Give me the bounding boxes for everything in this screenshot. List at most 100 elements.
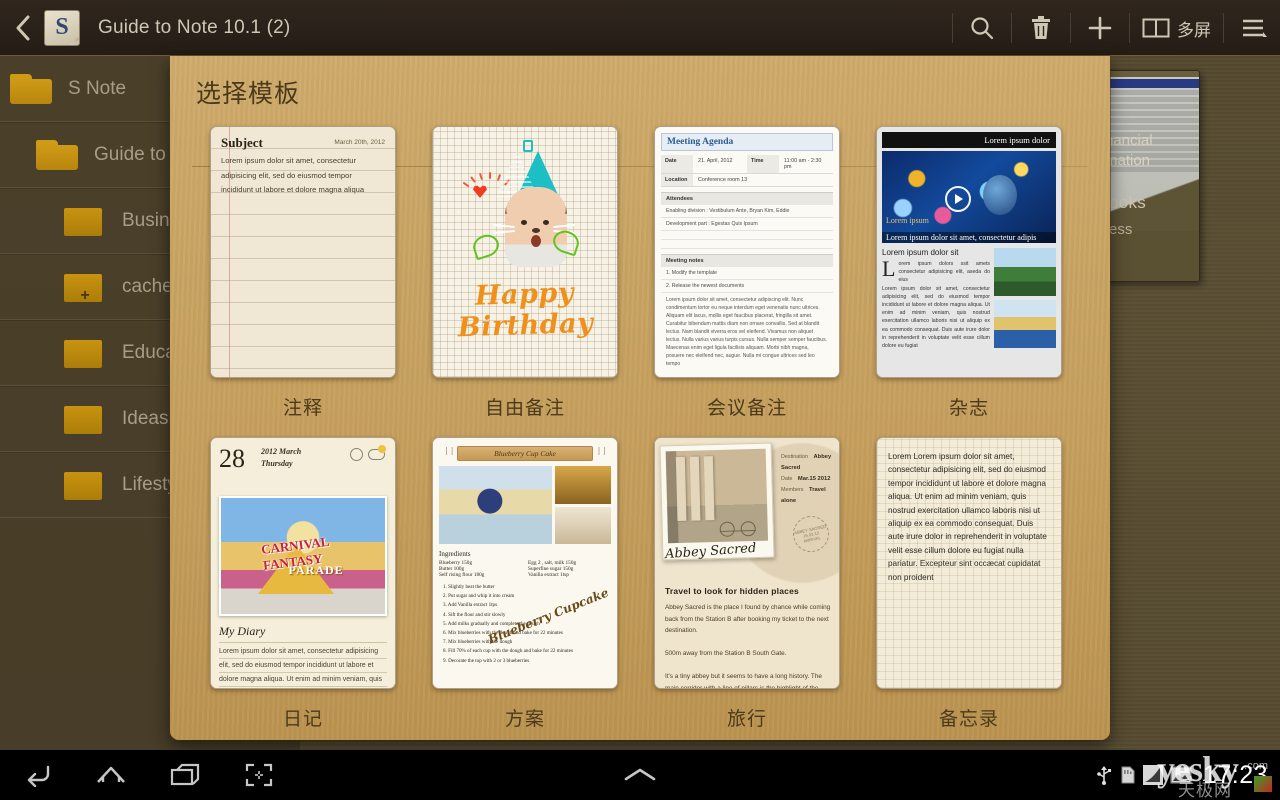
image-icon	[1170, 766, 1192, 784]
divider	[952, 13, 953, 43]
template-label-meeting-note: 会议备注	[707, 393, 787, 420]
template-cell: Lorem ipsum dolor Lorem ipsum Lorem ipsu…	[858, 122, 1080, 433]
template-cell: Subject March 20th, 2012 Lorem ipsum dol…	[192, 122, 414, 433]
template-note-body: Lorem ipsum dolor sit amet, consectetur …	[221, 154, 385, 198]
template-magazine[interactable]: Lorem ipsum dolor Lorem ipsum Lorem ipsu…	[876, 126, 1062, 378]
recipe-ingredients-col1: Blueberry 150g Butter 100g Self rising f…	[439, 560, 522, 578]
travel-date-key: Date	[781, 476, 792, 482]
travel-members-key: Members	[781, 487, 803, 493]
template-grid: Subject March 20th, 2012 Lorem ipsum dol…	[192, 122, 1088, 740]
status-tray: 17:23	[1096, 750, 1280, 800]
sidebar-item-label: Ideas	[122, 408, 168, 430]
note-thumbnail-sheet-header	[1109, 79, 1200, 88]
delete-button[interactable]	[1014, 0, 1068, 56]
recipe-photo-side	[555, 466, 611, 504]
agenda-location-key: Location	[661, 174, 693, 186]
template-recipe[interactable]: ❘❘ ❘❘ Blueberry Cup Cake Ingredients	[432, 437, 618, 689]
template-note-subject: Subject	[221, 135, 263, 151]
template-memo[interactable]: Lorem Lorem ipsum dolor sit amet, consec…	[876, 437, 1062, 689]
template-diary[interactable]: 28 2012 March Thursday CARNIVAL FANTASY …	[210, 437, 396, 689]
clip-icon: ❘❘	[596, 446, 607, 455]
recipe-photos	[439, 466, 611, 544]
recent-apps-icon	[169, 763, 201, 787]
sidebar-item-label: S Note	[68, 78, 126, 100]
magazine-side-images	[994, 248, 1056, 350]
agenda-note: 2. Release the newest documents	[661, 280, 833, 293]
sidebar-item-label: Educa	[122, 342, 176, 364]
magazine-heading: Lorem ipsum dolor sit	[882, 248, 990, 257]
play-icon	[945, 186, 971, 212]
divider	[1011, 13, 1012, 43]
cloud-icon	[368, 449, 385, 460]
note-thumbnail-title: ooks	[1109, 193, 1146, 213]
nav-expand-button[interactable]	[623, 750, 657, 800]
diary-day: 28	[219, 446, 245, 472]
template-label-recipe: 方案	[505, 704, 545, 731]
template-meeting-note[interactable]: Meeting Agenda Date 21. April, 2012 Time…	[654, 126, 840, 378]
diary-sheet: 28 2012 March Thursday CARNIVAL FANTASY …	[211, 438, 395, 688]
agenda-attendee: Enabling division : Vestibulum Ante, Bry…	[661, 205, 833, 218]
folder-icon	[64, 206, 106, 236]
add-button[interactable]	[1073, 0, 1127, 56]
system-navigation-bar: 17:23	[0, 750, 1280, 800]
divider	[1129, 13, 1130, 43]
template-free-note-greeting: Happy Birthday	[432, 276, 618, 344]
diary-photo: CARNIVAL FANTASY PARADE	[219, 496, 387, 616]
template-label-travel: 旅行	[727, 704, 767, 731]
magazine-hero-caption-1: Lorem ipsum	[886, 216, 929, 225]
chevron-up-icon	[623, 766, 657, 784]
menu-button[interactable]	[1226, 0, 1280, 56]
agenda-time-value: 11:00 am - 2:30 pm	[779, 155, 833, 173]
nav-screenshot-button[interactable]	[222, 750, 296, 800]
nav-back-button[interactable]	[0, 750, 74, 800]
screen-capture-icon	[245, 763, 273, 787]
note-thumbnail[interactable]: nancial mation ooks ess	[1100, 70, 1200, 282]
folder-icon	[64, 404, 106, 434]
magazine-hero-photo: Lorem ipsum Lorem ipsum dolor sit amet, …	[882, 151, 1056, 243]
magazine-lead: orem ipsum dolors ssit amets consectetur…	[882, 260, 990, 285]
template-travel[interactable]: Abbey Sacred Destination Abbey Sacred Da…	[654, 437, 840, 689]
template-cell: Meeting Agenda Date 21. April, 2012 Time…	[636, 122, 858, 433]
sidebar-item-label: Lifesty	[122, 474, 177, 496]
template-label-magazine: 杂志	[949, 393, 989, 420]
travel-body: Abbey Sacred is the place I found by cha…	[665, 602, 831, 689]
agenda-sheet: Meeting Agenda Date 21. April, 2012 Time…	[655, 127, 839, 377]
magazine-paragraph: Lorem ipsum dolor sit amet, consectetur …	[882, 285, 990, 351]
screen-root: S Note Guide to Busine + cache Educa Ide…	[0, 0, 1280, 800]
magazine-dropcap: L	[882, 260, 895, 277]
agenda-title: Meeting Agenda	[661, 133, 833, 151]
nav-recents-button[interactable]	[148, 750, 222, 800]
search-button[interactable]	[955, 0, 1009, 56]
sd-card-icon	[1119, 765, 1136, 785]
template-cell: 28 2012 March Thursday CARNIVAL FANTASY …	[192, 433, 414, 740]
nav-home-button[interactable]	[74, 750, 148, 800]
recipe-ingredients-header: Ingredients	[439, 550, 611, 558]
sidebar-item-label: Guide to	[94, 144, 166, 166]
folder-icon	[36, 140, 78, 170]
top-action-bar: S Guide to Note 10.1 (2)	[0, 0, 1280, 56]
status-clock: 17:23	[1203, 761, 1268, 790]
travel-meta: Destination Abbey Sacred Date Mar.15 201…	[781, 452, 839, 507]
travel-stamp: ABBEY SACRED 15.03.12 ARRIVAL	[790, 513, 833, 556]
recipe-photo-side	[555, 507, 611, 545]
agenda-date-value: 21. April, 2012	[693, 155, 747, 173]
page-title: Guide to Note 10.1 (2)	[98, 17, 290, 39]
template-note[interactable]: Subject March 20th, 2012 Lorem ipsum dol…	[210, 126, 396, 378]
template-cell: Happy Birthday 自由备注	[414, 122, 636, 433]
agenda-location-value: Conference room 13	[693, 174, 833, 186]
trash-icon	[1029, 14, 1053, 42]
clip-icon: ❘❘	[443, 446, 454, 455]
signal-icon	[1143, 765, 1163, 785]
recipe-photo-main	[439, 466, 552, 544]
template-note-date: March 20th, 2012	[334, 139, 385, 146]
magazine-photo	[994, 248, 1056, 296]
multi-window-button[interactable]: 多屏	[1132, 0, 1221, 56]
search-icon	[968, 14, 996, 42]
template-free-note[interactable]: Happy Birthday	[432, 126, 618, 378]
chevron-left-icon[interactable]	[6, 0, 40, 56]
bicycle-icon	[719, 509, 756, 532]
agenda-row: Date 21. April, 2012 Time 11:00 am - 2:3…	[661, 155, 833, 174]
diary-photo-subtitle: PARADE	[289, 563, 344, 578]
template-cell: Lorem Lorem ipsum dolor sit amet, consec…	[858, 433, 1080, 740]
travel-sheet: Abbey Sacred Destination Abbey Sacred Da…	[655, 438, 839, 688]
